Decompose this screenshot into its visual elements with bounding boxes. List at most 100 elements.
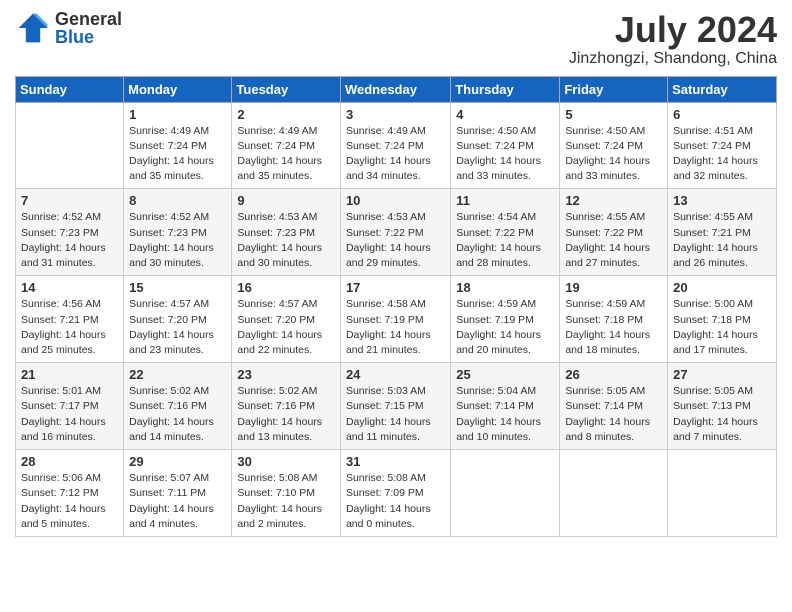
day-number: 11 (456, 193, 554, 208)
header-monday: Monday (124, 76, 232, 102)
day-number: 22 (129, 367, 226, 382)
week-row-3: 14 Sunrise: 4:56 AMSunset: 7:21 PMDaylig… (16, 276, 777, 363)
logo-general: General (55, 10, 122, 28)
header-row: SundayMondayTuesdayWednesdayThursdayFrid… (16, 76, 777, 102)
calendar-cell: 19 Sunrise: 4:59 AMSunset: 7:18 PMDaylig… (560, 276, 668, 363)
day-detail: Sunrise: 4:53 AMSunset: 7:22 PMDaylight:… (346, 211, 431, 269)
calendar-table: SundayMondayTuesdayWednesdayThursdayFrid… (15, 76, 777, 537)
header-friday: Friday (560, 76, 668, 102)
day-detail: Sunrise: 4:52 AMSunset: 7:23 PMDaylight:… (129, 211, 214, 269)
day-detail: Sunrise: 5:06 AMSunset: 7:12 PMDaylight:… (21, 472, 106, 530)
day-detail: Sunrise: 4:50 AMSunset: 7:24 PMDaylight:… (565, 125, 650, 183)
day-detail: Sunrise: 5:08 AMSunset: 7:09 PMDaylight:… (346, 472, 431, 530)
calendar-cell: 18 Sunrise: 4:59 AMSunset: 7:19 PMDaylig… (451, 276, 560, 363)
day-number: 7 (21, 193, 118, 208)
header-wednesday: Wednesday (340, 76, 450, 102)
calendar-cell: 9 Sunrise: 4:53 AMSunset: 7:23 PMDayligh… (232, 189, 341, 276)
day-detail: Sunrise: 4:55 AMSunset: 7:21 PMDaylight:… (673, 211, 758, 269)
day-detail: Sunrise: 5:08 AMSunset: 7:10 PMDaylight:… (237, 472, 322, 530)
header-saturday: Saturday (668, 76, 777, 102)
calendar-cell: 15 Sunrise: 4:57 AMSunset: 7:20 PMDaylig… (124, 276, 232, 363)
day-detail: Sunrise: 4:51 AMSunset: 7:24 PMDaylight:… (673, 125, 758, 183)
day-number: 28 (21, 454, 118, 469)
day-number: 27 (673, 367, 771, 382)
logo-icon (15, 10, 51, 46)
calendar-cell: 20 Sunrise: 5:00 AMSunset: 7:18 PMDaylig… (668, 276, 777, 363)
day-detail: Sunrise: 4:58 AMSunset: 7:19 PMDaylight:… (346, 298, 431, 356)
day-number: 5 (565, 107, 662, 122)
calendar-cell: 12 Sunrise: 4:55 AMSunset: 7:22 PMDaylig… (560, 189, 668, 276)
day-detail: Sunrise: 4:49 AMSunset: 7:24 PMDaylight:… (129, 125, 214, 183)
day-detail: Sunrise: 5:04 AMSunset: 7:14 PMDaylight:… (456, 385, 541, 443)
calendar-cell: 31 Sunrise: 5:08 AMSunset: 7:09 PMDaylig… (340, 450, 450, 537)
title-block: July 2024 Jinzhongzi, Shandong, China (569, 10, 777, 68)
day-detail: Sunrise: 4:53 AMSunset: 7:23 PMDaylight:… (237, 211, 322, 269)
calendar-cell: 27 Sunrise: 5:05 AMSunset: 7:13 PMDaylig… (668, 363, 777, 450)
calendar-cell: 23 Sunrise: 5:02 AMSunset: 7:16 PMDaylig… (232, 363, 341, 450)
day-number: 26 (565, 367, 662, 382)
month-title: July 2024 (569, 10, 777, 50)
calendar-cell: 25 Sunrise: 5:04 AMSunset: 7:14 PMDaylig… (451, 363, 560, 450)
day-number: 25 (456, 367, 554, 382)
header-thursday: Thursday (451, 76, 560, 102)
calendar-cell: 1 Sunrise: 4:49 AMSunset: 7:24 PMDayligh… (124, 102, 232, 189)
day-detail: Sunrise: 4:49 AMSunset: 7:24 PMDaylight:… (237, 125, 322, 183)
calendar-cell: 24 Sunrise: 5:03 AMSunset: 7:15 PMDaylig… (340, 363, 450, 450)
page-header: General Blue July 2024 Jinzhongzi, Shand… (15, 10, 777, 68)
week-row-2: 7 Sunrise: 4:52 AMSunset: 7:23 PMDayligh… (16, 189, 777, 276)
day-detail: Sunrise: 4:59 AMSunset: 7:18 PMDaylight:… (565, 298, 650, 356)
day-detail: Sunrise: 4:57 AMSunset: 7:20 PMDaylight:… (237, 298, 322, 356)
day-detail: Sunrise: 4:49 AMSunset: 7:24 PMDaylight:… (346, 125, 431, 183)
day-number: 24 (346, 367, 445, 382)
week-row-4: 21 Sunrise: 5:01 AMSunset: 7:17 PMDaylig… (16, 363, 777, 450)
calendar-cell: 11 Sunrise: 4:54 AMSunset: 7:22 PMDaylig… (451, 189, 560, 276)
calendar-cell: 28 Sunrise: 5:06 AMSunset: 7:12 PMDaylig… (16, 450, 124, 537)
day-detail: Sunrise: 4:56 AMSunset: 7:21 PMDaylight:… (21, 298, 106, 356)
day-number: 17 (346, 280, 445, 295)
day-detail: Sunrise: 5:02 AMSunset: 7:16 PMDaylight:… (129, 385, 214, 443)
day-number: 18 (456, 280, 554, 295)
day-detail: Sunrise: 5:05 AMSunset: 7:14 PMDaylight:… (565, 385, 650, 443)
calendar-cell: 3 Sunrise: 4:49 AMSunset: 7:24 PMDayligh… (340, 102, 450, 189)
header-sunday: Sunday (16, 76, 124, 102)
logo-blue: Blue (55, 28, 122, 46)
day-number: 14 (21, 280, 118, 295)
week-row-1: 1 Sunrise: 4:49 AMSunset: 7:24 PMDayligh… (16, 102, 777, 189)
day-detail: Sunrise: 4:59 AMSunset: 7:19 PMDaylight:… (456, 298, 541, 356)
day-detail: Sunrise: 5:02 AMSunset: 7:16 PMDaylight:… (237, 385, 322, 443)
day-number: 30 (237, 454, 335, 469)
day-detail: Sunrise: 4:57 AMSunset: 7:20 PMDaylight:… (129, 298, 214, 356)
calendar-cell (451, 450, 560, 537)
day-number: 10 (346, 193, 445, 208)
day-number: 31 (346, 454, 445, 469)
day-number: 2 (237, 107, 335, 122)
day-number: 15 (129, 280, 226, 295)
week-row-5: 28 Sunrise: 5:06 AMSunset: 7:12 PMDaylig… (16, 450, 777, 537)
day-number: 9 (237, 193, 335, 208)
calendar-cell: 13 Sunrise: 4:55 AMSunset: 7:21 PMDaylig… (668, 189, 777, 276)
calendar-cell: 30 Sunrise: 5:08 AMSunset: 7:10 PMDaylig… (232, 450, 341, 537)
calendar-cell: 21 Sunrise: 5:01 AMSunset: 7:17 PMDaylig… (16, 363, 124, 450)
calendar-cell: 10 Sunrise: 4:53 AMSunset: 7:22 PMDaylig… (340, 189, 450, 276)
day-detail: Sunrise: 5:05 AMSunset: 7:13 PMDaylight:… (673, 385, 758, 443)
calendar-cell: 17 Sunrise: 4:58 AMSunset: 7:19 PMDaylig… (340, 276, 450, 363)
day-number: 16 (237, 280, 335, 295)
calendar-cell: 5 Sunrise: 4:50 AMSunset: 7:24 PMDayligh… (560, 102, 668, 189)
day-number: 13 (673, 193, 771, 208)
calendar-cell: 6 Sunrise: 4:51 AMSunset: 7:24 PMDayligh… (668, 102, 777, 189)
calendar-cell: 22 Sunrise: 5:02 AMSunset: 7:16 PMDaylig… (124, 363, 232, 450)
day-number: 20 (673, 280, 771, 295)
day-detail: Sunrise: 4:55 AMSunset: 7:22 PMDaylight:… (565, 211, 650, 269)
day-detail: Sunrise: 4:52 AMSunset: 7:23 PMDaylight:… (21, 211, 106, 269)
logo: General Blue (15, 10, 122, 46)
day-detail: Sunrise: 5:03 AMSunset: 7:15 PMDaylight:… (346, 385, 431, 443)
calendar-cell: 8 Sunrise: 4:52 AMSunset: 7:23 PMDayligh… (124, 189, 232, 276)
day-detail: Sunrise: 5:01 AMSunset: 7:17 PMDaylight:… (21, 385, 106, 443)
day-detail: Sunrise: 4:54 AMSunset: 7:22 PMDaylight:… (456, 211, 541, 269)
day-detail: Sunrise: 4:50 AMSunset: 7:24 PMDaylight:… (456, 125, 541, 183)
calendar-cell (668, 450, 777, 537)
calendar-cell: 7 Sunrise: 4:52 AMSunset: 7:23 PMDayligh… (16, 189, 124, 276)
day-number: 3 (346, 107, 445, 122)
calendar-cell: 14 Sunrise: 4:56 AMSunset: 7:21 PMDaylig… (16, 276, 124, 363)
logo-text: General Blue (55, 10, 122, 46)
